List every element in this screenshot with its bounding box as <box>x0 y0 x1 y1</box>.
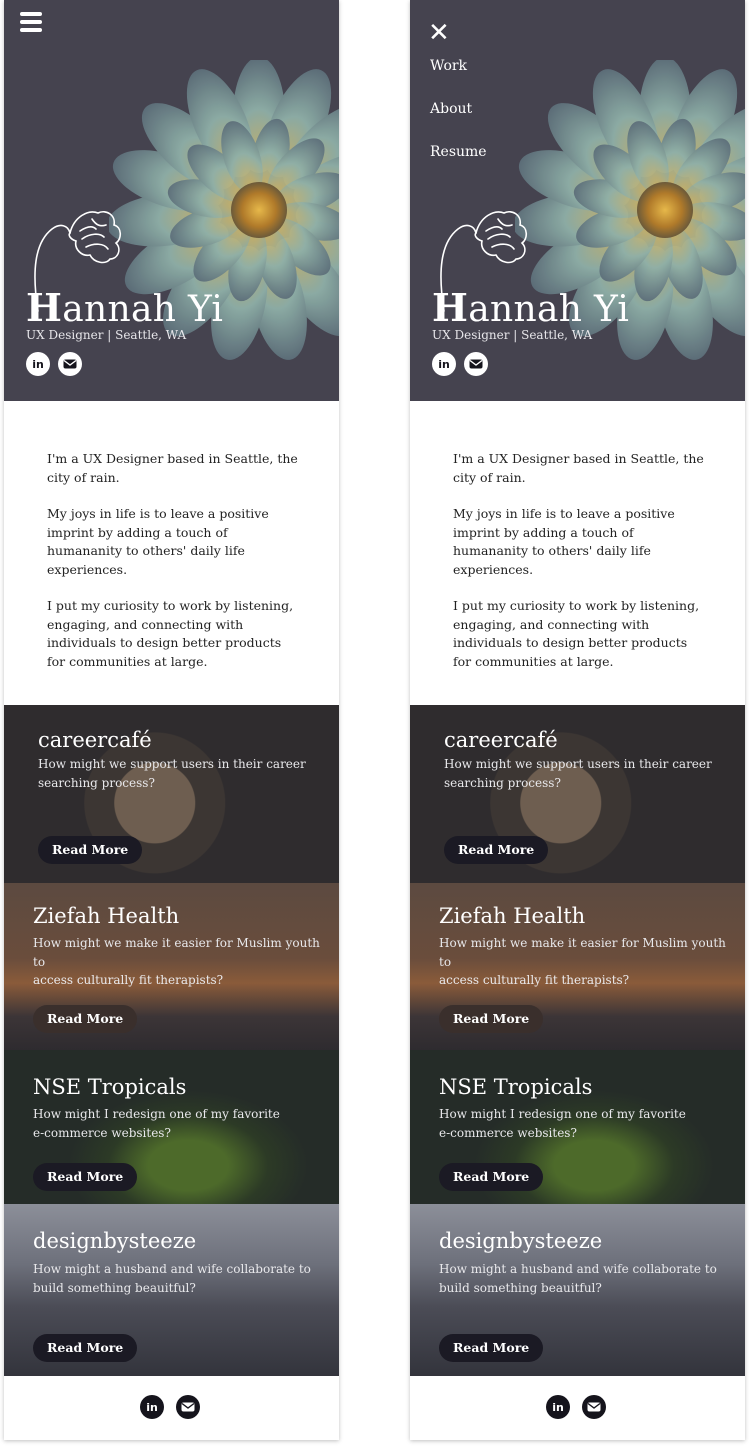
phone-screen-home: Hannah Yi UX Designer | Seattle, WA in I… <box>4 0 339 1440</box>
read-more-button[interactable]: Read More <box>33 1163 138 1191</box>
linkedin-icon[interactable]: in <box>26 352 50 376</box>
tagline: UX Designer | Seattle, WA <box>432 328 593 342</box>
project-description: How might we make it easier for Muslim y… <box>33 936 320 987</box>
project-card-careercafe: careercafé How might we support users in… <box>410 705 745 883</box>
hero-section: ✕ Work About Resume Hannah Yi UX Designe… <box>410 0 745 401</box>
read-more-button[interactable]: Read More <box>439 1005 544 1033</box>
read-more-button[interactable]: Read More <box>33 1005 138 1033</box>
nav-item-about[interactable]: About <box>430 101 487 117</box>
about-section: I'm a UX Designer based in Seattle, the … <box>47 450 302 689</box>
nav-item-resume[interactable]: Resume <box>430 144 487 160</box>
page-title: Hannah Yi <box>26 285 224 330</box>
footer: in <box>4 1376 339 1440</box>
email-icon[interactable] <box>582 1395 606 1419</box>
project-card-designbysteeze: designbysteeze How might a husband and w… <box>410 1204 745 1376</box>
close-icon[interactable]: ✕ <box>428 18 450 48</box>
project-description: How might a husband and wife collaborate… <box>439 1262 717 1295</box>
footer: in <box>410 1376 745 1440</box>
email-icon[interactable] <box>176 1395 200 1419</box>
project-card-nse-tropicals: NSE Tropicals How might I redesign one o… <box>4 1050 339 1204</box>
about-section: I'm a UX Designer based in Seattle, the … <box>453 450 708 689</box>
read-more-button[interactable]: Read More <box>33 1334 138 1362</box>
project-description: How might a husband and wife collaborate… <box>33 1262 311 1295</box>
email-icon[interactable] <box>58 352 82 376</box>
project-title: NSE Tropicals <box>439 1075 593 1099</box>
email-icon[interactable] <box>464 352 488 376</box>
project-title: careercafé <box>38 728 152 752</box>
linkedin-icon[interactable]: in <box>432 352 456 376</box>
project-title: careercafé <box>444 728 558 752</box>
project-title: Ziefah Health <box>33 904 180 928</box>
about-paragraph: My joys in life is to leave a positive i… <box>453 506 675 577</box>
nav-item-work[interactable]: Work <box>430 58 487 74</box>
project-title: designbysteeze <box>33 1229 197 1253</box>
hero-section: Hannah Yi UX Designer | Seattle, WA in <box>4 0 339 401</box>
tagline: UX Designer | Seattle, WA <box>26 328 187 342</box>
read-more-button[interactable]: Read More <box>439 1334 544 1362</box>
project-description: How might I redesign one of my favorite e… <box>33 1107 280 1140</box>
project-description: How might we support users in their care… <box>38 757 306 790</box>
project-card-designbysteeze: designbysteeze How might a husband and w… <box>4 1204 339 1376</box>
about-paragraph: I put my curiosity to work by listening,… <box>47 598 294 669</box>
project-card-ziefah-health: Ziefah Health How might we make it easie… <box>410 883 745 1050</box>
read-more-button[interactable]: Read More <box>38 836 143 864</box>
linkedin-icon[interactable]: in <box>546 1395 570 1419</box>
project-card-ziefah-health: Ziefah Health How might we make it easie… <box>4 883 339 1050</box>
hamburger-menu-icon[interactable] <box>20 12 42 36</box>
page-title: Hannah Yi <box>432 285 630 330</box>
nav-menu: Work About Resume <box>430 58 487 187</box>
project-description: How might we support users in their care… <box>444 757 712 790</box>
about-paragraph: My joys in life is to leave a positive i… <box>47 506 269 577</box>
read-more-button[interactable]: Read More <box>444 836 549 864</box>
project-title: designbysteeze <box>439 1229 603 1253</box>
linkedin-icon[interactable]: in <box>140 1395 164 1419</box>
project-title: Ziefah Health <box>439 904 586 928</box>
project-description: How might I redesign one of my favorite e… <box>439 1107 686 1140</box>
about-paragraph: I'm a UX Designer based in Seattle, the … <box>453 451 704 485</box>
about-paragraph: I put my curiosity to work by listening,… <box>453 598 700 669</box>
about-paragraph: I'm a UX Designer based in Seattle, the … <box>47 451 298 485</box>
project-title: NSE Tropicals <box>33 1075 187 1099</box>
project-card-careercafe: careercafé How might we support users in… <box>4 705 339 883</box>
project-description: How might we make it easier for Muslim y… <box>439 936 726 987</box>
read-more-button[interactable]: Read More <box>439 1163 544 1191</box>
phone-screen-menu-open: ✕ Work About Resume Hannah Yi UX Designe… <box>410 0 745 1440</box>
project-card-nse-tropicals: NSE Tropicals How might I redesign one o… <box>410 1050 745 1204</box>
